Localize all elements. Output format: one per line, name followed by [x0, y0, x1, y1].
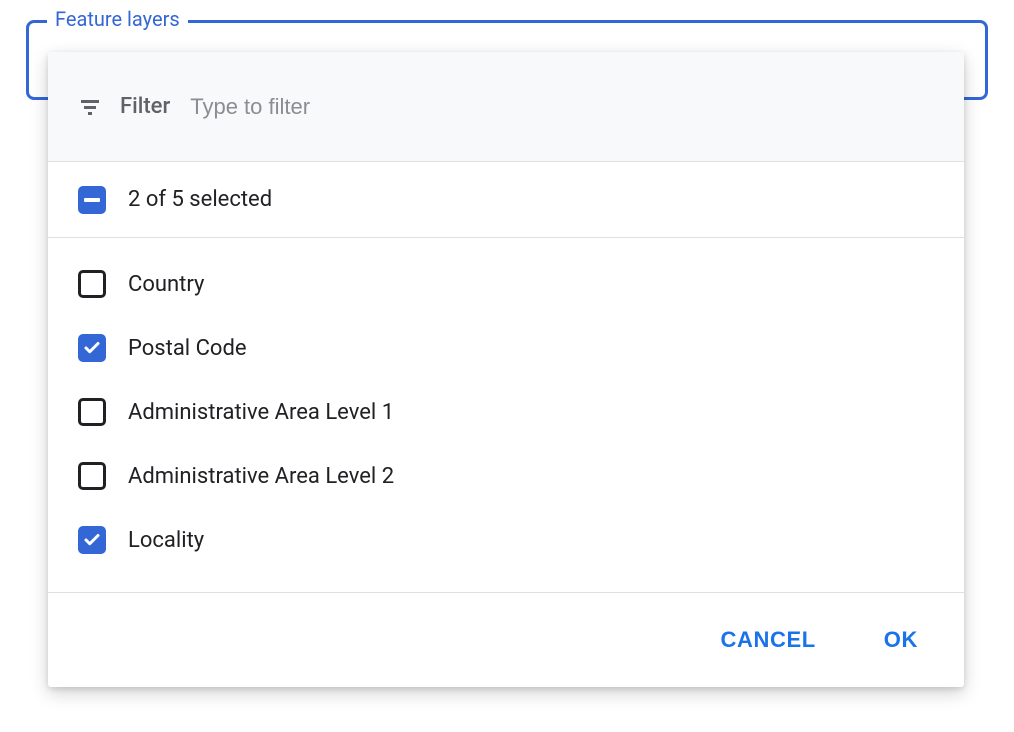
filter-icon [78, 95, 102, 119]
option-row[interactable]: Postal Code [48, 316, 964, 380]
feature-layers-dropdown: Filter 2 of 5 selected Country Postal Cod… [48, 52, 964, 687]
option-label: Country [128, 272, 204, 297]
option-row[interactable]: Administrative Area Level 1 [48, 380, 964, 444]
filter-label: Filter [120, 94, 170, 119]
option-checkbox[interactable] [78, 334, 106, 362]
dialog-actions: CANCEL OK [48, 593, 964, 687]
filter-bar: Filter [48, 52, 964, 162]
field-legend: Feature layers [47, 9, 188, 29]
option-checkbox[interactable] [78, 526, 106, 554]
option-label: Administrative Area Level 2 [128, 464, 394, 489]
option-label: Locality [128, 528, 204, 553]
option-label: Postal Code [128, 336, 247, 361]
option-label: Administrative Area Level 1 [128, 400, 394, 425]
cancel-button[interactable]: CANCEL [715, 619, 822, 661]
option-row[interactable]: Country [48, 252, 964, 316]
select-all-checkbox[interactable] [78, 186, 106, 214]
option-row[interactable]: Administrative Area Level 2 [48, 444, 964, 508]
option-checkbox[interactable] [78, 398, 106, 426]
option-checkbox[interactable] [78, 270, 106, 298]
filter-input[interactable] [188, 93, 934, 121]
ok-button[interactable]: OK [878, 619, 924, 661]
option-checkbox[interactable] [78, 462, 106, 490]
option-list: Country Postal Code Administrative Area Le… [48, 238, 964, 593]
select-all-row[interactable]: 2 of 5 selected [48, 162, 964, 238]
selection-summary: 2 of 5 selected [128, 187, 272, 212]
option-row[interactable]: Locality [48, 508, 964, 572]
